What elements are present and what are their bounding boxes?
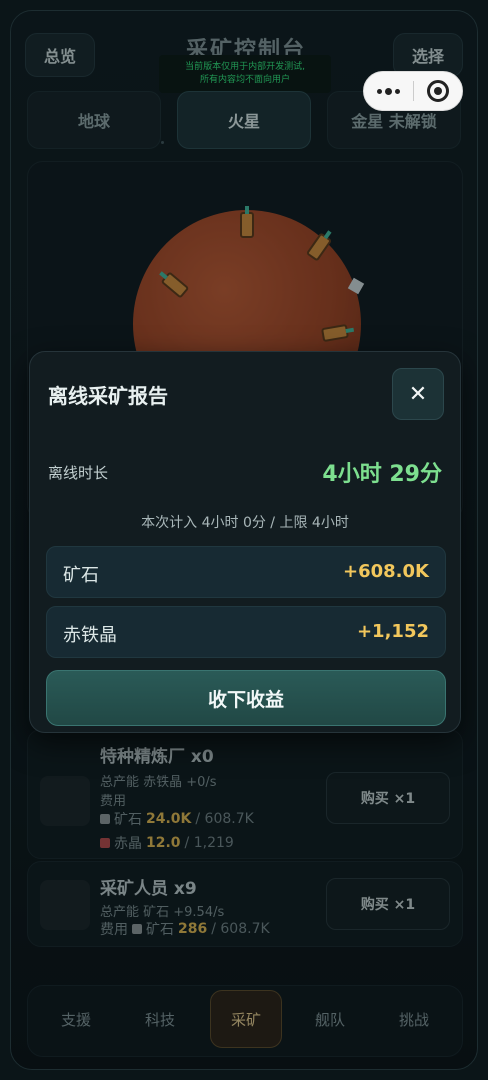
reward-value: +608.0K	[343, 561, 429, 582]
offline-duration-label: 离线时长	[48, 464, 109, 482]
more-icon[interactable]	[364, 72, 413, 110]
collect-rewards-button[interactable]: 收下收益	[46, 670, 446, 726]
reward-row-ore: 矿石 +608.0K	[46, 546, 446, 598]
offline-duration-value: 4小时 29分	[322, 462, 442, 487]
close-miniprogram-icon[interactable]	[414, 72, 462, 110]
reward-label: 赤铁晶	[63, 625, 117, 646]
offline-report-modal: 离线采矿报告 ✕ 离线时长 4小时 29分 本次计入 4小时 0分 / 上限 4…	[29, 351, 461, 733]
reward-row-hematite: 赤铁晶 +1,152	[46, 606, 446, 658]
reward-label: 矿石	[63, 565, 99, 586]
miniprogram-capsule	[363, 71, 463, 111]
modal-title: 离线采矿报告	[48, 384, 168, 408]
app-frame: 总览 采矿控制台 选择 当前版本仅用于内部开发测试, 所有内容均不面向用户 地球…	[10, 10, 478, 1070]
counted-duration-note: 本次计入 4小时 0分 / 上限 4小时	[141, 515, 349, 531]
close-button[interactable]: ✕	[392, 368, 444, 420]
reward-value: +1,152	[356, 621, 429, 642]
